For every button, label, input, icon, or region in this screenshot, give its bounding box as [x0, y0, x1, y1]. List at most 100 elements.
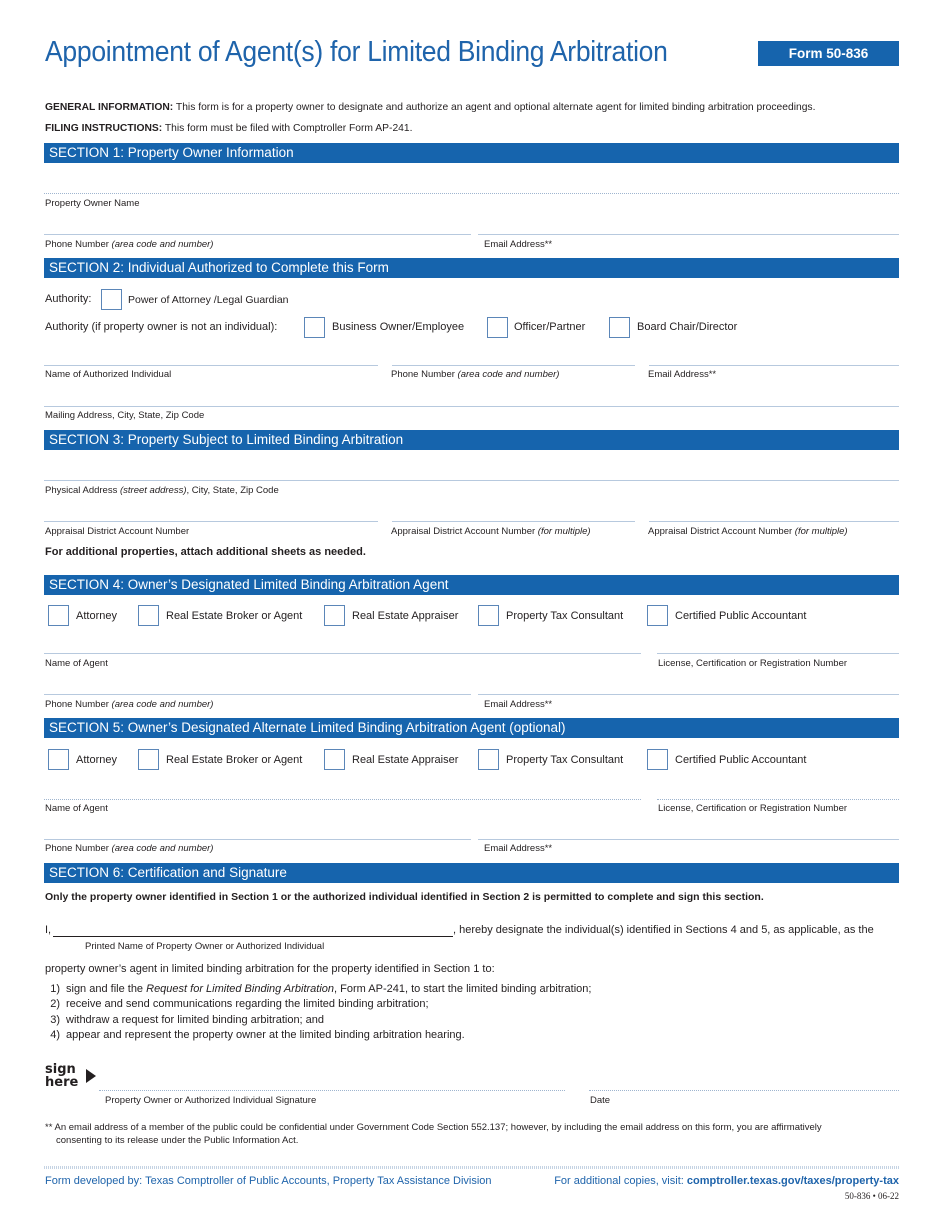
physical-address-hint: (street address)	[119, 485, 187, 496]
s5-agent-name-field[interactable]	[44, 799, 641, 800]
mailing-address-label: Mailing Address, City, State, Zip Code	[45, 410, 205, 421]
property-owner-name-field[interactable]	[44, 193, 899, 194]
s5-license-field[interactable]	[657, 799, 899, 800]
owner-phone-field[interactable]	[44, 234, 471, 235]
s4-email-field[interactable]	[478, 694, 899, 695]
physical-address-field[interactable]	[44, 480, 899, 481]
property-owner-name-label: Property Owner Name	[45, 198, 140, 209]
s4-attorney-checkbox[interactable]	[48, 605, 69, 626]
authorized-name-field[interactable]	[44, 365, 378, 366]
item-emphasis: Request for Limited Binding Arbitration	[146, 983, 335, 995]
authorized-email-field[interactable]	[649, 365, 899, 366]
s5-phone-hint: (area code and number)	[111, 843, 214, 854]
date-label: Date	[590, 1095, 611, 1106]
mailing-address-field[interactable]	[44, 406, 899, 407]
certification-notice: Only the property owner identified in Se…	[45, 891, 764, 903]
s4-appraiser-checkbox[interactable]	[324, 605, 345, 626]
agent-authority-text: property owner’s agent in limited bindin…	[45, 963, 495, 975]
business-owner-label: Business Owner/Employee	[332, 321, 465, 333]
item-text-post: , Form AP-241, to start the limited bind…	[334, 983, 592, 995]
officer-partner-checkbox[interactable]	[487, 317, 508, 338]
account-number-3-label: Appraisal District Account Number (for m…	[648, 526, 848, 537]
account-number-label: Appraisal District Account Number	[45, 526, 190, 537]
s4-agent-name-field[interactable]	[44, 653, 641, 654]
s5-email-label: Email Address**	[484, 843, 553, 854]
s4-broker-checkbox[interactable]	[138, 605, 159, 626]
account-number-2-hint: (for multiple)	[537, 526, 591, 537]
footer-copies-prefix: For additional copies, visit:	[554, 1175, 687, 1187]
signature-label: Property Owner or Authorized Individual …	[105, 1095, 317, 1106]
power-of-attorney-checkbox[interactable]	[101, 289, 122, 310]
account-number-3-field[interactable]	[649, 521, 899, 522]
account-number-2-field[interactable]	[392, 521, 635, 522]
sign-here-arrow-icon	[86, 1069, 96, 1083]
authorized-phone-label: Phone Number (area code and number)	[391, 369, 559, 380]
authority-list-item: 4) appear and represent the property owne…	[40, 1028, 591, 1043]
owner-phone-label: Phone Number (area code and number)	[45, 239, 213, 250]
s4-phone-hint: (area code and number)	[111, 699, 214, 710]
account-number-field[interactable]	[44, 521, 378, 522]
authority-list-item: 1) sign and file the Request for Limited …	[40, 982, 591, 997]
s4-license-field[interactable]	[657, 653, 899, 654]
owner-email-label: Email Address**	[484, 239, 553, 250]
authorized-phone-field[interactable]	[392, 365, 635, 366]
item-number: 4)	[50, 1028, 60, 1041]
s5-broker-checkbox[interactable]	[138, 749, 159, 770]
s5-license-label: License, Certification or Registration N…	[658, 803, 848, 814]
authority-list-item: 2) receive and send communications regard…	[40, 997, 591, 1012]
s4-phone-label: Phone Number (area code and number)	[45, 699, 213, 710]
sign-here-label: sign here	[45, 1063, 78, 1089]
s5-broker-label: Real Estate Broker or Agent	[166, 754, 303, 766]
s4-cpa-checkbox[interactable]	[647, 605, 668, 626]
here-word: here	[45, 1075, 79, 1090]
footer-copies-link[interactable]: comptroller.texas.gov/taxes/property-tax	[687, 1175, 899, 1187]
s4-phone-field[interactable]	[44, 694, 471, 695]
item-text: appear and represent the property owner …	[66, 1028, 465, 1041]
s5-consultant-checkbox[interactable]	[478, 749, 499, 770]
s5-attorney-checkbox[interactable]	[48, 749, 69, 770]
section-4-header: SECTION 4: Owner’s Designated Limited Bi…	[44, 575, 899, 595]
i-prefix: I,	[45, 924, 52, 936]
s5-agent-name-label: Name of Agent	[45, 803, 108, 814]
business-owner-checkbox[interactable]	[304, 317, 325, 338]
item-text: receive and send communications regardin…	[66, 998, 429, 1011]
authorized-email-label: Email Address**	[648, 369, 717, 380]
officer-partner-label: Officer/Partner	[514, 321, 586, 333]
general-information: GENERAL INFORMATION: This form is for a …	[45, 101, 815, 113]
signature-field[interactable]	[99, 1090, 565, 1091]
account-number-3-hint: (for multiple)	[794, 526, 848, 537]
printed-name-field[interactable]	[53, 936, 453, 937]
owner-email-field[interactable]	[478, 234, 899, 235]
filing-instructions: FILING INSTRUCTIONS: This form must be f…	[45, 122, 412, 134]
item-text: withdraw a request for limited binding a…	[66, 1013, 325, 1026]
s4-broker-label: Real Estate Broker or Agent	[166, 610, 303, 622]
section-2-header: SECTION 2: Individual Authorized to Comp…	[44, 258, 899, 278]
physical-address-label-text: Physical Address	[45, 485, 118, 496]
s5-appraiser-checkbox[interactable]	[324, 749, 345, 770]
section-6-header: SECTION 6: Certification and Signature	[44, 863, 899, 883]
s5-cpa-checkbox[interactable]	[647, 749, 668, 770]
section-5-header: SECTION 5: Owner’s Designated Alternate …	[44, 718, 899, 738]
section-3-header: SECTION 3: Property Subject to Limited B…	[44, 430, 899, 450]
board-chair-checkbox[interactable]	[609, 317, 630, 338]
s5-email-field[interactable]	[478, 839, 899, 840]
date-field[interactable]	[589, 1090, 899, 1091]
form-version: 50-836 • 06-22	[844, 1191, 899, 1201]
physical-address-suffix: , City, State, Zip Code	[186, 485, 279, 496]
s5-phone-label-text: Phone Number	[45, 843, 109, 854]
board-chair-label: Board Chair/Director	[637, 321, 738, 333]
owner-phone-hint: (area code and number)	[111, 239, 214, 250]
account-number-2-label-text: Appraisal District Account Number	[391, 526, 536, 537]
s4-cpa-label: Certified Public Accountant	[675, 610, 807, 622]
authority-label: Authority:	[45, 293, 92, 305]
s4-agent-name-label: Name of Agent	[45, 658, 108, 669]
section-1-header: SECTION 1: Property Owner Information	[44, 143, 899, 163]
s5-phone-field[interactable]	[44, 839, 471, 840]
s4-consultant-checkbox[interactable]	[478, 605, 499, 626]
s4-attorney-label: Attorney	[76, 610, 117, 622]
authority-nonindividual-label: Authority (if property owner is not an i…	[45, 321, 278, 333]
page-title: Appointment of Agent(s) for Limited Bind…	[45, 36, 668, 68]
additional-properties-note: For additional properties, attach additi…	[45, 546, 366, 558]
s4-license-label: License, Certification or Registration N…	[658, 658, 848, 669]
item-number: 2)	[50, 998, 60, 1011]
